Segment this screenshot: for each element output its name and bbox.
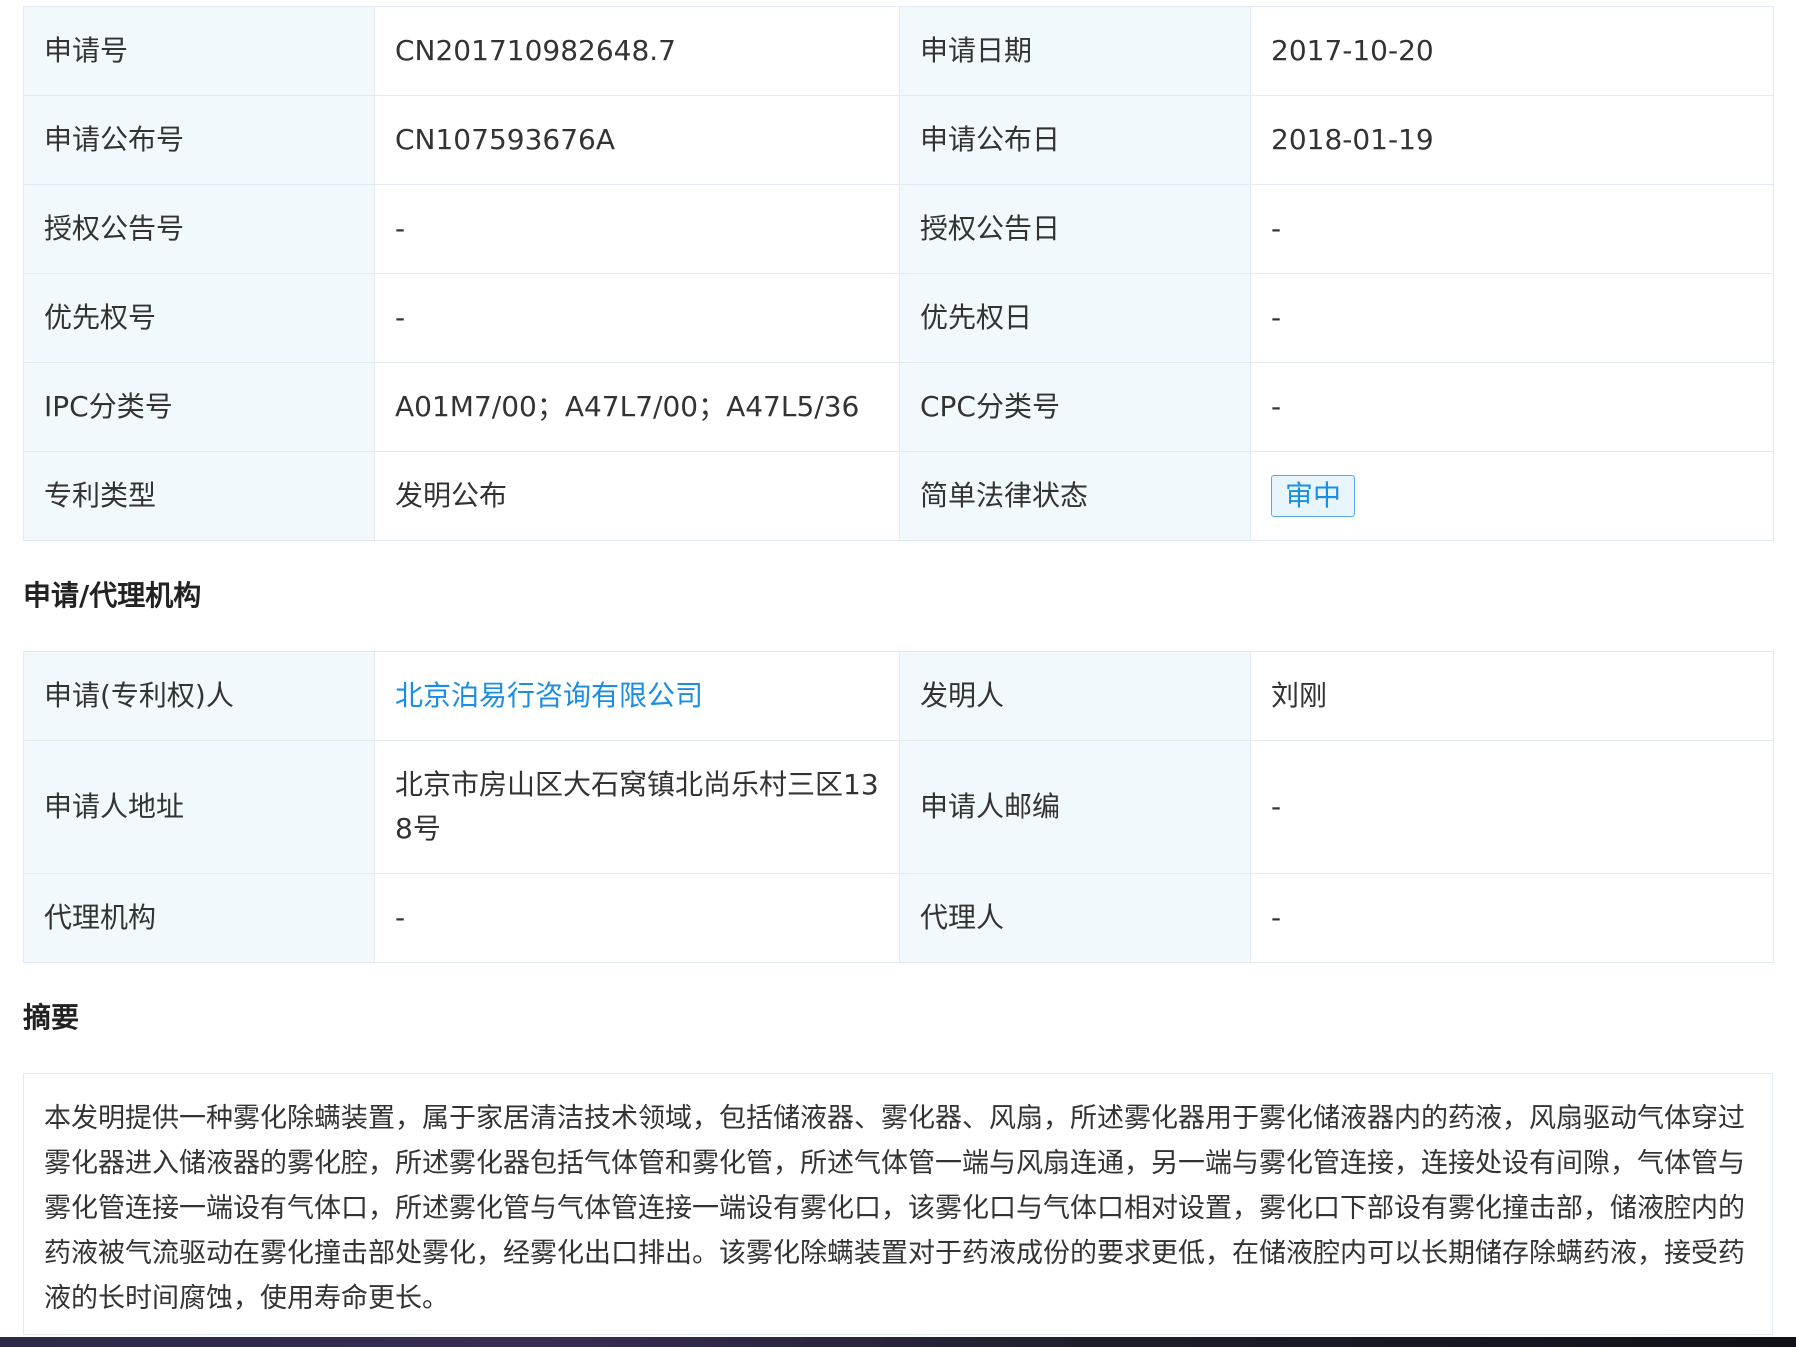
- field-value: -: [374, 273, 900, 363]
- table-row: 授权公告号 - 授权公告日 -: [23, 184, 1774, 274]
- field-value: -: [1250, 873, 1774, 963]
- field-value: 2018-01-19: [1250, 95, 1774, 185]
- field-label: IPC分类号: [23, 362, 375, 452]
- field-label: 申请公布号: [23, 95, 375, 185]
- section-title-agency: 申请/代理机构: [23, 579, 202, 612]
- field-value: CN201710982648.7: [374, 6, 900, 96]
- field-value: 刘刚: [1250, 651, 1774, 741]
- field-label: 发明人: [899, 651, 1251, 741]
- field-label: 申请公布日: [899, 95, 1251, 185]
- field-label: CPC分类号: [899, 362, 1251, 452]
- table-row: 申请人地址 北京市房山区大石窝镇北尚乐村三区138号 申请人邮编 -: [23, 740, 1774, 874]
- table-row: 申请(专利权)人 北京泊易行咨询有限公司 发明人 刘刚: [23, 651, 1774, 741]
- patent-detail-panel: 申请号 CN201710982648.7 申请日期 2017-10-20 申请公…: [23, 6, 1774, 1335]
- field-label: 优先权号: [23, 273, 375, 363]
- abstract-text: 本发明提供一种雾化除螨装置，属于家居清洁技术领域，包括储液器、雾化器、风扇，所述…: [23, 1073, 1773, 1335]
- taskbar-strip: [0, 1337, 1796, 1347]
- field-label: 申请人地址: [23, 740, 375, 874]
- field-label: 申请人邮编: [899, 740, 1251, 874]
- field-label: 授权公告号: [23, 184, 375, 274]
- field-label: 专利类型: [23, 451, 375, 541]
- agency-info-table: 申请(专利权)人 北京泊易行咨询有限公司 发明人 刘刚 申请人地址 北京市房山区…: [23, 651, 1774, 963]
- field-label: 授权公告日: [899, 184, 1251, 274]
- field-label: 代理人: [899, 873, 1251, 963]
- field-value: -: [1250, 362, 1774, 452]
- table-row: 申请号 CN201710982648.7 申请日期 2017-10-20: [23, 6, 1774, 96]
- field-value: -: [374, 184, 900, 274]
- field-label: 申请(专利权)人: [23, 651, 375, 741]
- field-value: 北京泊易行咨询有限公司: [374, 651, 900, 741]
- table-row: 代理机构 - 代理人 -: [23, 873, 1774, 963]
- field-label: 简单法律状态: [899, 451, 1251, 541]
- field-value: 2017-10-20: [1250, 6, 1774, 96]
- field-label: 申请号: [23, 6, 375, 96]
- field-label: 代理机构: [23, 873, 375, 963]
- field-value: 发明公布: [374, 451, 900, 541]
- field-value: A01M7/00；A47L7/00；A47L5/36: [374, 362, 900, 452]
- field-value: -: [374, 873, 900, 963]
- status-badge: 审中: [1271, 475, 1356, 517]
- field-value: CN107593676A: [374, 95, 900, 185]
- applicant-link[interactable]: 北京泊易行咨询有限公司: [395, 679, 703, 712]
- table-row: 专利类型 发明公布 简单法律状态 审中: [23, 451, 1774, 541]
- table-row: IPC分类号 A01M7/00；A47L7/00；A47L5/36 CPC分类号…: [23, 362, 1774, 452]
- table-row: 申请公布号 CN107593676A 申请公布日 2018-01-19: [23, 95, 1774, 185]
- field-value: 北京市房山区大石窝镇北尚乐村三区138号: [374, 740, 900, 874]
- status-cell: 审中: [1250, 451, 1774, 541]
- field-value: -: [1250, 740, 1774, 874]
- field-label: 优先权日: [899, 273, 1251, 363]
- field-value: -: [1250, 184, 1774, 274]
- table-row: 优先权号 - 优先权日 -: [23, 273, 1774, 363]
- section-title-abstract: 摘要: [23, 1001, 80, 1034]
- field-value: -: [1250, 273, 1774, 363]
- basic-info-table: 申请号 CN201710982648.7 申请日期 2017-10-20 申请公…: [23, 6, 1774, 541]
- field-label: 申请日期: [899, 6, 1251, 96]
